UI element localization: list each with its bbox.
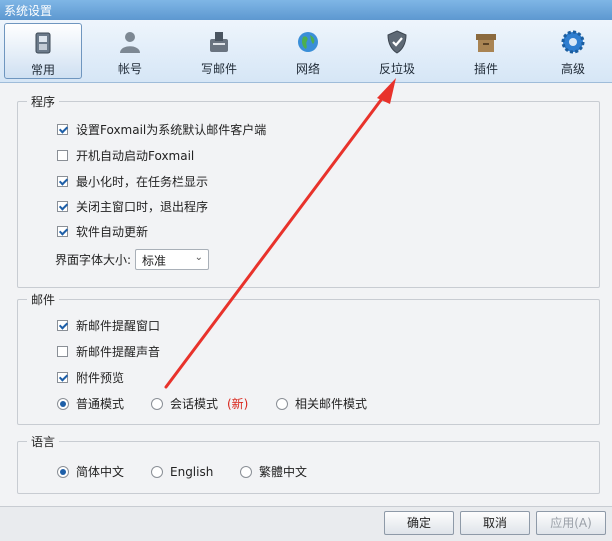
option-label: 简体中文 [76,465,125,479]
option-label: 相关邮件模式 [295,397,368,411]
option-label: 新邮件提醒窗口 [76,319,161,333]
option-label: 新邮件提醒声音 [76,345,161,359]
checkbox[interactable] [57,346,68,357]
title-bar: 系统设置 [0,0,612,20]
tab-label: 网络 [295,62,320,76]
user-icon [120,32,140,53]
radio-button[interactable] [57,398,69,410]
tab-label: 反垃圾 [378,62,415,76]
option-label: 开机自动启动Foxmail [76,149,195,163]
compose-icon [210,32,228,52]
tab-label: 帐号 [117,62,142,76]
option-label: 会话模式 [170,397,219,411]
settings-toolbar: 常用 帐号 写邮件 网络 反垃圾 插件 高级 [0,20,612,83]
tab-label: 常用 [30,63,55,77]
phone-icon [35,32,51,54]
radio-button[interactable] [240,466,252,478]
group-title: 语言 [27,433,60,450]
tab-label: 高级 [560,62,585,76]
group-title: 程序 [27,93,60,110]
checkbox[interactable] [57,320,68,331]
dialog-footer: 确定 取消 应用(A) [0,506,612,541]
checkbox[interactable] [57,176,68,187]
radio-button[interactable] [276,398,288,410]
tab-advanced[interactable]: 高级 [534,23,612,79]
group-title: 邮件 [27,291,60,308]
checkbox[interactable] [57,226,68,237]
option-label: 关闭主窗口时，退出程序 [76,200,209,214]
option-label: 最小化时，在任务栏显示 [76,175,209,189]
font-size-select[interactable]: 标准 ⌄ [135,249,209,270]
radio-button[interactable] [151,466,163,478]
box-icon [476,34,496,52]
checkbox[interactable] [57,124,68,135]
option-label: 附件预览 [76,371,125,385]
radio-button[interactable] [57,466,69,478]
option-label: 设置Foxmail为系统默认邮件客户端 [76,123,267,137]
checkbox[interactable] [57,201,68,212]
font-size-label: 界面字体大小: [55,253,132,267]
new-badge: (新) [227,397,249,411]
tab-plugins[interactable]: 插件 [447,23,525,79]
tab-antispam[interactable]: 反垃圾 [358,23,436,79]
shield-icon [387,30,407,54]
tab-network[interactable]: 网络 [269,23,347,79]
tab-compose[interactable]: 写邮件 [180,23,258,79]
option-label: English [170,465,214,479]
font-size-value: 标准 [142,254,167,268]
gear-icon [561,30,585,54]
checkbox[interactable] [57,150,68,161]
option-label: 软件自动更新 [76,225,149,239]
ok-button[interactable]: 确定 [384,511,454,535]
tab-label: 插件 [473,62,498,76]
option-label: 繁體中文 [259,465,308,479]
tab-general[interactable]: 常用 [4,23,82,79]
tab-label: 写邮件 [200,62,237,76]
window-title: 系统设置 [4,4,53,18]
option-label: 普通模式 [76,397,125,411]
apply-button[interactable]: 应用(A) [536,511,606,535]
chevron-down-icon: ⌄ [194,252,203,263]
globe-icon [298,32,318,52]
radio-button[interactable] [151,398,163,410]
cancel-button[interactable]: 取消 [460,511,530,535]
checkbox[interactable] [57,372,68,383]
tab-account[interactable]: 帐号 [91,23,169,79]
